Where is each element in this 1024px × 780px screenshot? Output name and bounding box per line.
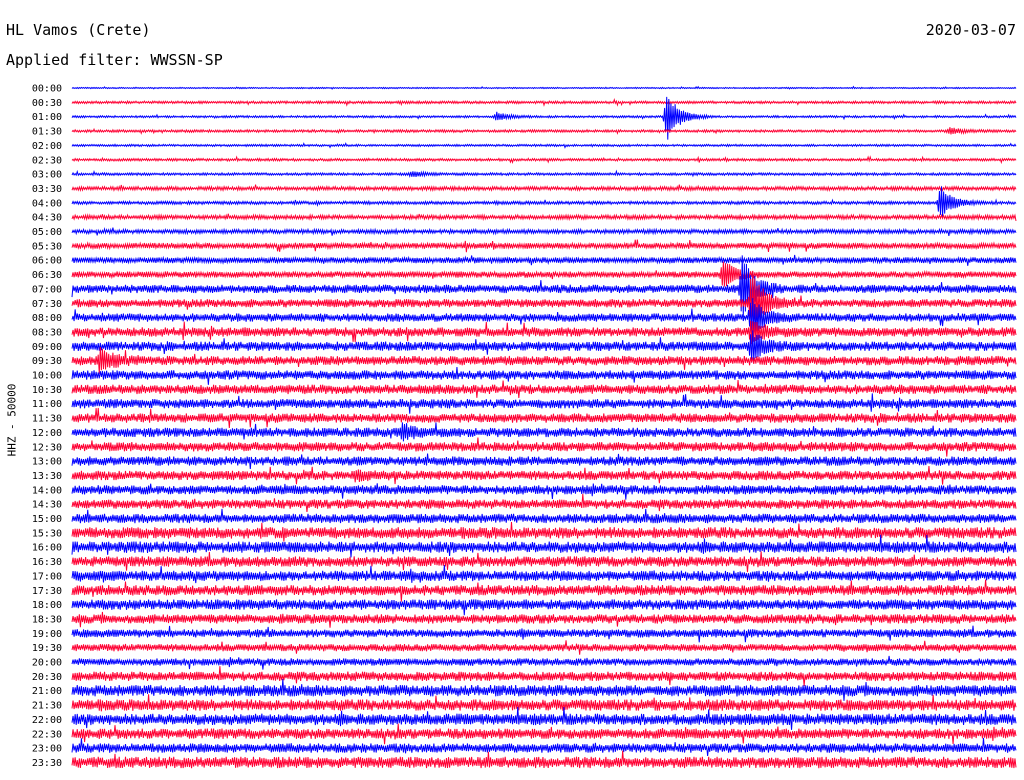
- time-tick-label: 23:30: [32, 758, 62, 769]
- time-tick-label: 17:30: [32, 586, 62, 597]
- time-tick-label: 09:00: [32, 342, 62, 353]
- trace-line-0030: [71, 97, 1017, 107]
- trace-line-1030: [71, 380, 1017, 399]
- time-tick-label: 09:30: [32, 356, 62, 367]
- trace-line-0700: [71, 255, 1017, 318]
- helicorder-plot: HL Vamos (Crete) 2020-03-07 Applied filt…: [0, 0, 1024, 780]
- trace-line-1200: [71, 422, 1017, 442]
- trace-line-2000: [71, 655, 1017, 670]
- time-tick-label: 15:30: [32, 528, 62, 539]
- trace-line-1130: [71, 407, 1017, 428]
- trace-line-1230: [71, 437, 1017, 457]
- time-tick-label: 19:30: [32, 643, 62, 654]
- trace-line-2300: [71, 737, 1017, 757]
- time-tick-label: 21:30: [32, 701, 62, 712]
- time-tick-label: 08:30: [32, 327, 62, 338]
- trace-line-1400: [71, 483, 1017, 500]
- trace-line-1730: [71, 579, 1017, 602]
- time-tick-label: 20:30: [32, 672, 62, 683]
- trace-line-0300: [71, 169, 1017, 178]
- time-tick-label: 16:30: [32, 557, 62, 568]
- trace-line-2100: [71, 679, 1017, 701]
- time-tick-label: 22:30: [32, 729, 62, 740]
- time-tick-label: 03:00: [32, 170, 62, 181]
- time-tick-label: 22:00: [32, 715, 62, 726]
- time-tick-label: 04:30: [32, 213, 62, 224]
- time-tick-label: 02:00: [32, 141, 62, 152]
- time-tick-label: 10:00: [32, 371, 62, 382]
- time-tick-label: 12:30: [32, 442, 62, 453]
- time-tick-label: 06:30: [32, 270, 62, 281]
- time-tick-label: 11:30: [32, 414, 62, 425]
- trace-line-2330: [71, 750, 1017, 769]
- time-tick-label: 04:00: [32, 198, 62, 209]
- time-tick-label: 03:30: [32, 184, 62, 195]
- time-tick-label: 05:30: [32, 241, 62, 252]
- time-tick-label: 11:00: [32, 399, 62, 410]
- trace-line-1700: [71, 565, 1017, 584]
- trace-line-1900: [71, 625, 1017, 643]
- time-tick-label: 08:00: [32, 313, 62, 324]
- time-tick-label: 23:00: [32, 744, 62, 755]
- time-tick-label: 14:30: [32, 500, 62, 511]
- time-tick-label: 00:30: [32, 98, 62, 109]
- trace-line-2030: [71, 666, 1017, 687]
- time-tick-label: 13:30: [32, 471, 62, 482]
- trace-line-1600: [71, 534, 1017, 558]
- time-tick-label: 21:00: [32, 686, 62, 697]
- time-tick-label: 18:00: [32, 600, 62, 611]
- trace-line-1300: [71, 453, 1017, 470]
- trace-line-1430: [71, 493, 1017, 513]
- trace-line-0630: [71, 261, 1017, 287]
- trace-line-0000: [71, 85, 1017, 90]
- trace-line-2230: [71, 723, 1017, 745]
- trace-line-2130: [71, 694, 1017, 712]
- time-tick-label: 07:00: [32, 284, 62, 295]
- trace-line-0430: [71, 213, 1017, 222]
- trace-line-1630: [71, 551, 1017, 573]
- trace-line-1100: [71, 393, 1017, 414]
- time-tick-label: 16:00: [32, 543, 62, 554]
- time-tick-label: 18:30: [32, 614, 62, 625]
- time-tick-label: 20:00: [32, 658, 62, 669]
- trace-line-1830: [71, 611, 1017, 628]
- trace-line-1800: [71, 599, 1017, 616]
- trace-line-0530: [71, 239, 1017, 253]
- time-tick-label: 10:30: [32, 385, 62, 396]
- time-tick-label: 07:30: [32, 299, 62, 310]
- time-tick-label: 14:00: [32, 485, 62, 496]
- time-tick-label: 19:00: [32, 629, 62, 640]
- seismogram-traces: 00:00 00:30 01:00 01:30 02:00 02:30 03:00 03:30…: [32, 84, 1017, 769]
- time-tick-label: 05:00: [32, 227, 62, 238]
- trace-line-2200: [71, 706, 1017, 730]
- time-tick-label: 15:00: [32, 514, 62, 525]
- trace-line-0930: [71, 347, 1017, 374]
- trace-line-0600: [71, 254, 1017, 266]
- trace-line-1930: [71, 640, 1017, 655]
- trace-line-0730: [71, 271, 1017, 336]
- time-tick-label: 01:00: [32, 112, 62, 123]
- trace-line-0500: [71, 227, 1017, 237]
- time-tick-label: 06:00: [32, 256, 62, 267]
- time-tick-label: 02:30: [32, 155, 62, 166]
- trace-line-0200: [71, 142, 1017, 149]
- trace-line-1500: [71, 508, 1017, 524]
- trace-line-1330: [71, 465, 1017, 485]
- trace-line-0130: [71, 127, 1017, 135]
- time-tick-label: 00:00: [32, 84, 62, 95]
- trace-line-0830: [71, 320, 1017, 345]
- trace-line-0230: [71, 155, 1017, 165]
- trace-line-1530: [71, 522, 1017, 542]
- time-tick-label: 13:00: [32, 457, 62, 468]
- trace-line-1000: [71, 367, 1017, 385]
- time-tick-label: 17:00: [32, 571, 62, 582]
- trace-line-0400: [71, 186, 1017, 217]
- time-tick-label: 01:30: [32, 127, 62, 138]
- time-tick-label: 12:00: [32, 428, 62, 439]
- trace-line-0330: [71, 184, 1017, 193]
